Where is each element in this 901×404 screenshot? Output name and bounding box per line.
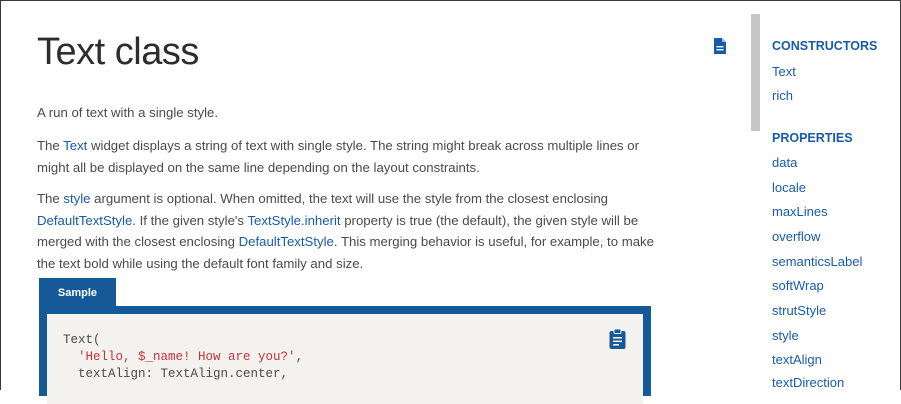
code-string: 'Hello, $_name! How are you?' [78,350,296,364]
text-segment: argument is optional. When omitted, the … [90,191,609,206]
text-segment: The [37,138,64,153]
code-line: Text( [63,333,101,347]
sidebar-item-rich[interactable]: rich [772,88,793,103]
sidebar-item-style[interactable]: style [772,328,799,343]
code-sample: Text( 'Hello, $_name! How are you?', tex… [63,332,303,383]
sidebar-item-data[interactable]: data [772,155,797,170]
sidebar-item-semanticslabel[interactable]: semanticsLabel [772,254,862,269]
clipboard-copy-icon[interactable] [609,329,626,349]
text-segment: The [37,191,64,206]
code-line: textAlign: TextAlign.center, [78,367,289,381]
documentation-page: Text class A run of text with a single s… [0,0,901,404]
text-link[interactable]: Text [63,138,87,153]
sample-tab[interactable]: Sample [39,278,116,306]
sidebar-item-text[interactable]: Text [772,64,796,79]
intro-paragraph: A run of text with a single style. [37,105,219,120]
sidebar-item-strutstyle[interactable]: strutStyle [772,303,826,318]
properties-heading: PROPERTIES [772,131,853,145]
style-paragraph: The style argument is optional. When omi… [37,188,657,274]
page-title: Text class [37,31,199,73]
sidebar-item-softwrap[interactable]: softWrap [772,278,824,293]
constructors-heading: CONSTRUCTORS [772,39,878,53]
sidebar-item-locale[interactable]: locale [772,180,806,195]
style-link[interactable]: style [63,191,90,206]
sidebar-scrollbar-thumb[interactable] [751,14,760,131]
sidebar-item-overflow[interactable]: overflow [772,229,820,244]
textstyle-inherit-link[interactable]: TextStyle.inherit [247,213,340,228]
sidebar-item-textalign[interactable]: textAlign [772,352,822,367]
sidebar-item-textdirection[interactable]: textDirection [772,375,844,390]
code-line: , [295,350,304,364]
defaulttextstyle-link[interactable]: DefaultTextStyle [239,234,334,249]
description-paragraph: The Text widget displays a string of tex… [37,135,657,178]
sidebar-item-maxlines[interactable]: maxLines [772,204,828,219]
document-icon[interactable] [713,38,727,54]
defaulttextstyle-link[interactable]: DefaultTextStyle [37,213,132,228]
text-segment: . If the given style's [132,212,248,228]
text-segment: widget displays a string of text with si… [37,138,640,175]
